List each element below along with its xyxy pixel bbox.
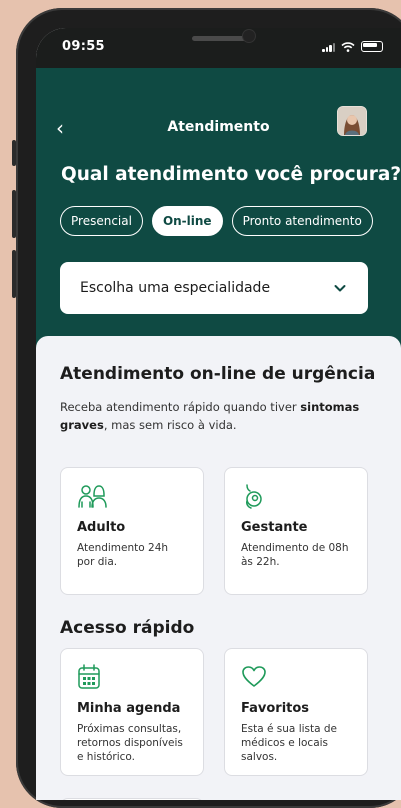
heart-icon (242, 666, 266, 687)
adults-icon (78, 485, 107, 508)
card-minha-agenda-text: Próximas consultas, retornos disponíveis… (77, 723, 183, 763)
urgent-desc-suffix: , mas sem risco à vida. (103, 418, 237, 432)
wifi-icon (341, 42, 355, 52)
tab-online[interactable]: On-line (151, 206, 223, 236)
urgent-desc-text: Receba atendimento rápido quando tiver (60, 400, 301, 414)
tab-presencial[interactable]: Presencial (60, 206, 143, 236)
status-icons (322, 41, 383, 52)
card-gestante-text: Atendimento de 08h às 22h. (241, 542, 349, 568)
app-header: ‹ Atendimento Qual atendimento você proc… (36, 68, 401, 368)
volume-up-button (12, 190, 16, 238)
card-adulto-title: Adulto (77, 520, 126, 535)
urgent-section-title: Atendimento on-line de urgência (60, 364, 376, 384)
main-content: Atendimento on-line de urgência Receba a… (36, 336, 401, 800)
battery-icon (361, 41, 383, 52)
status-time: 09:55 (62, 39, 105, 54)
app-screen: 09:55 ‹ Atendimento Qual atendimento voc… (36, 28, 401, 800)
quick-access-title: Acesso rápido (60, 618, 195, 638)
calendar-icon (78, 664, 100, 689)
urgent-description: Receba atendimento rápido quando tiver s… (60, 398, 375, 434)
front-camera (243, 30, 255, 42)
card-minha-agenda-title: Minha agenda (77, 701, 181, 716)
question-heading: Qual atendimento você procura? (61, 164, 401, 185)
card-favoritos[interactable]: Favoritos Esta é sua lista de médicos e … (224, 648, 368, 776)
card-favoritos-text: Esta é sua lista de médicos e locais sal… (241, 723, 338, 763)
user-avatar[interactable] (337, 106, 367, 136)
chevron-down-icon (334, 285, 346, 292)
specialty-select[interactable]: Escolha uma especialidade (60, 262, 368, 314)
card-adulto-text: Atendimento 24h por dia. (77, 542, 169, 568)
care-type-tabs: Presencial On-line Pronto atendimento (60, 206, 373, 236)
volume-down-button (12, 250, 16, 298)
status-bar: 09:55 (36, 28, 401, 68)
card-adulto[interactable]: Adulto Atendimento 24h por dia. (60, 467, 204, 595)
card-gestante-title: Gestante (241, 520, 308, 535)
pregnant-icon (246, 484, 262, 509)
card-gestante[interactable]: Gestante Atendimento de 08h às 22h. (224, 467, 368, 595)
avatar-photo (338, 107, 366, 135)
card-favoritos-title: Favoritos (241, 701, 310, 716)
card-minha-agenda[interactable]: Minha agenda Próximas consultas, retorno… (60, 648, 204, 776)
tab-pronto-atendimento[interactable]: Pronto atendimento (231, 206, 373, 236)
signal-icon (322, 43, 335, 52)
specialty-select-value: Escolha uma especialidade (80, 280, 271, 296)
mute-switch (12, 140, 16, 166)
